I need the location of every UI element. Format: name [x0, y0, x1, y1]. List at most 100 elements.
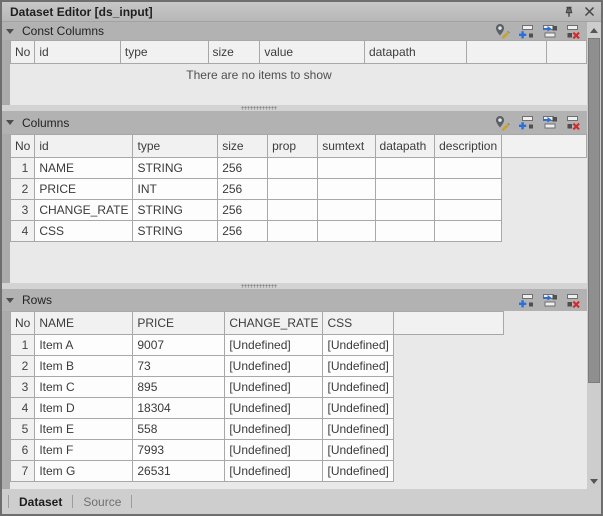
column-header[interactable]: No	[11, 312, 35, 335]
column-header[interactable]: datapath	[364, 41, 466, 64]
cell[interactable]: PRICE	[35, 179, 133, 200]
column-header[interactable]: id	[35, 41, 121, 64]
cell[interactable]: 9007	[133, 335, 225, 356]
cell[interactable]: STRING	[133, 200, 218, 221]
move-row-icon[interactable]	[541, 292, 558, 308]
cell[interactable]	[268, 221, 318, 242]
cell[interactable]	[435, 221, 502, 242]
cell[interactable]: [Undefined]	[323, 335, 393, 356]
cell[interactable]	[435, 158, 502, 179]
table-row[interactable]: 1Item A9007[Undefined][Undefined]	[11, 335, 504, 356]
row-number-cell[interactable]: 3	[11, 377, 35, 398]
cell[interactable]: 73	[133, 356, 225, 377]
add-row-icon[interactable]	[517, 292, 534, 308]
table-row[interactable]: 1NAMESTRING256	[11, 158, 587, 179]
scrollbar-thumb[interactable]	[588, 38, 600, 383]
cell[interactable]: CHANGE_RATE	[35, 200, 133, 221]
column-header[interactable]: NAME	[35, 312, 133, 335]
column-header[interactable]: sumtext	[318, 135, 375, 158]
cell[interactable]: 18304	[133, 398, 225, 419]
section-header-const-columns[interactable]: Const Columns	[2, 22, 587, 40]
edit-datapath-icon[interactable]	[493, 115, 510, 131]
edit-datapath-icon[interactable]	[493, 23, 510, 39]
cell[interactable]: [Undefined]	[225, 440, 323, 461]
delete-row-icon[interactable]	[565, 292, 582, 308]
cell[interactable]: Item E	[35, 419, 133, 440]
close-icon[interactable]	[581, 4, 597, 20]
cell[interactable]: [Undefined]	[323, 398, 393, 419]
cell[interactable]	[318, 200, 375, 221]
scroll-up-icon[interactable]	[587, 22, 601, 38]
row-number-cell[interactable]: 6	[11, 440, 35, 461]
cell[interactable]: 256	[218, 221, 268, 242]
cell[interactable]	[375, 179, 435, 200]
cell[interactable]: 7993	[133, 440, 225, 461]
delete-row-icon[interactable]	[565, 23, 582, 39]
scroll-down-icon[interactable]	[587, 473, 601, 489]
cell[interactable]: [Undefined]	[225, 335, 323, 356]
collapse-arrow-icon[interactable]	[2, 120, 18, 125]
column-header[interactable]: type	[133, 135, 218, 158]
cell[interactable]: Item G	[35, 461, 133, 482]
move-row-icon[interactable]	[541, 115, 558, 131]
cell[interactable]: CSS	[35, 221, 133, 242]
cell[interactable]: [Undefined]	[323, 461, 393, 482]
row-number-cell[interactable]: 1	[11, 158, 35, 179]
column-header[interactable]: size	[218, 135, 268, 158]
cell[interactable]: INT	[133, 179, 218, 200]
column-header[interactable]: id	[35, 135, 133, 158]
cell[interactable]: 558	[133, 419, 225, 440]
cell[interactable]	[375, 200, 435, 221]
collapse-arrow-icon[interactable]	[2, 29, 18, 34]
cell[interactable]: 256	[218, 158, 268, 179]
table-row[interactable]: 4Item D18304[Undefined][Undefined]	[11, 398, 504, 419]
add-row-icon[interactable]	[517, 23, 534, 39]
cell[interactable]: STRING	[133, 221, 218, 242]
cell[interactable]: [Undefined]	[323, 419, 393, 440]
row-number-cell[interactable]: 1	[11, 335, 35, 356]
cell[interactable]: Item B	[35, 356, 133, 377]
tab-source[interactable]: Source	[73, 495, 131, 509]
column-header[interactable]: prop	[268, 135, 318, 158]
cell[interactable]: [Undefined]	[323, 377, 393, 398]
vertical-scrollbar[interactable]	[587, 22, 601, 489]
row-number-cell[interactable]: 3	[11, 200, 35, 221]
cell[interactable]: Item A	[35, 335, 133, 356]
section-header-rows[interactable]: Rows	[2, 289, 587, 311]
table-row[interactable]: 7Item G26531[Undefined][Undefined]	[11, 461, 504, 482]
cell[interactable]: 256	[218, 200, 268, 221]
cell[interactable]: [Undefined]	[225, 419, 323, 440]
section-header-columns[interactable]: Columns	[2, 111, 587, 134]
cell[interactable]	[435, 200, 502, 221]
table-row[interactable]: 6Item F7993[Undefined][Undefined]	[11, 440, 504, 461]
cell[interactable]: [Undefined]	[323, 440, 393, 461]
table-row[interactable]: 3CHANGE_RATESTRING256	[11, 200, 587, 221]
table-row[interactable]: 2PRICEINT256	[11, 179, 587, 200]
row-number-cell[interactable]: 4	[11, 398, 35, 419]
cell[interactable]	[318, 179, 375, 200]
cell[interactable]	[268, 179, 318, 200]
table-row[interactable]: 4CSSSTRING256	[11, 221, 587, 242]
cell[interactable]: STRING	[133, 158, 218, 179]
row-number-cell[interactable]: 2	[11, 179, 35, 200]
cell[interactable]: 256	[218, 179, 268, 200]
table-row[interactable]: 5Item E558[Undefined][Undefined]	[11, 419, 504, 440]
cell[interactable]	[318, 221, 375, 242]
cell[interactable]: [Undefined]	[225, 398, 323, 419]
table-row[interactable]: 3Item C895[Undefined][Undefined]	[11, 377, 504, 398]
collapse-arrow-icon[interactable]	[2, 298, 18, 303]
cell[interactable]	[318, 158, 375, 179]
column-header[interactable]: CHANGE_RATE	[225, 312, 323, 335]
cell[interactable]	[375, 158, 435, 179]
column-header[interactable]: datapath	[375, 135, 435, 158]
delete-row-icon[interactable]	[565, 115, 582, 131]
column-header[interactable]: value	[260, 41, 365, 64]
move-row-icon[interactable]	[541, 23, 558, 39]
pin-icon[interactable]	[561, 4, 577, 20]
table-row[interactable]: 2Item B73[Undefined][Undefined]	[11, 356, 504, 377]
column-header[interactable]: No	[11, 135, 35, 158]
cell[interactable]: Item D	[35, 398, 133, 419]
cell[interactable]: [Undefined]	[323, 356, 393, 377]
cell[interactable]: [Undefined]	[225, 461, 323, 482]
row-number-cell[interactable]: 5	[11, 419, 35, 440]
